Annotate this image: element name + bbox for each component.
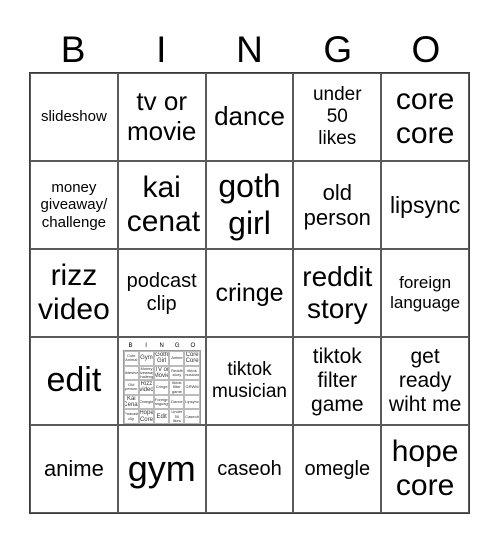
- header-letter-b: B: [60, 29, 86, 70]
- mini-cell: Goth Girl: [154, 351, 170, 366]
- mini-cell: Slideshow: [123, 365, 139, 381]
- cell-text: lipsync: [389, 191, 461, 218]
- mini-letter: N: [159, 343, 164, 349]
- bingo-cell[interactable]: tiktok musician: [205, 337, 294, 425]
- mini-cell: Gym: [138, 351, 155, 366]
- bingo-cell[interactable]: rizz video: [30, 249, 118, 337]
- bingo-cell[interactable]: get ready wiht me: [381, 337, 469, 425]
- mini-cell: Cringe: [154, 380, 170, 395]
- mini-cell: Lipsync: [184, 394, 200, 410]
- bingo-cell[interactable]: kai cenat: [117, 161, 206, 249]
- bingo-cell[interactable]: core core: [381, 73, 469, 161]
- bingo-cell[interactable]: omegle: [293, 425, 382, 513]
- cell-text: caseoh: [217, 457, 282, 480]
- cell-text: slideshow: [40, 108, 107, 126]
- cell-text: goth girl: [218, 168, 281, 241]
- mini-cell: Money giveaway/ Challenge: [138, 365, 155, 381]
- mini-cell: Kai Cenat: [123, 394, 139, 410]
- bingo-cell[interactable]: lipsync: [381, 161, 469, 249]
- mini-cell: GRWM: [184, 380, 200, 395]
- mini-cell: tiktok musician: [184, 365, 200, 381]
- cell-text: cringe: [215, 278, 284, 307]
- bingo-cell[interactable]: podcast clip: [117, 249, 206, 337]
- cell-text: under 50 likes: [312, 84, 362, 149]
- header-letter-o: O: [411, 29, 441, 70]
- mini-letter: B: [128, 343, 133, 349]
- bingo-cell[interactable]: reddit story: [293, 249, 382, 337]
- mini-cell: Hope Core: [138, 409, 155, 424]
- mini-cell: Podcast clip: [123, 409, 139, 424]
- cell-text: reddit story: [302, 260, 373, 324]
- cell-text: tiktok musician: [212, 359, 287, 402]
- mini-cell: Dance: [169, 394, 185, 410]
- bingo-cell[interactable]: tiktok filter game: [293, 337, 382, 425]
- cell-text: podcast clip: [126, 270, 197, 315]
- bingo-cell[interactable]: old person: [293, 161, 382, 249]
- cell-text: kai cenat: [126, 170, 201, 239]
- cell-text: anime: [43, 456, 104, 482]
- mini-cell: Reddit story: [169, 365, 185, 381]
- cell-text: get ready wiht me: [388, 344, 462, 417]
- header-letter-g: G: [323, 29, 353, 70]
- bingo-cell[interactable]: edit: [30, 337, 118, 425]
- bingo-header: B I N G O: [29, 30, 470, 70]
- bingo-cell[interactable]: gym: [117, 425, 206, 513]
- bingo-cell[interactable]: dance: [205, 73, 294, 161]
- mini-cell: Core Core: [184, 351, 200, 366]
- bingo-cell[interactable]: caseoh: [205, 425, 294, 513]
- cell-text: dance: [214, 101, 285, 132]
- mini-cell: Anime: [169, 351, 185, 366]
- cell-text: omegle: [304, 457, 371, 480]
- header-letter-i: I: [156, 29, 167, 70]
- mini-cell: Caseoh: [184, 409, 200, 424]
- mini-cell: Old person: [123, 380, 139, 395]
- cell-text: foreign language: [390, 273, 461, 312]
- bingo-grid: slideshow tv or movie dance under 50 lik…: [29, 72, 470, 514]
- bingo-cell[interactable]: slideshow: [30, 73, 118, 161]
- mini-letter: G: [174, 343, 180, 349]
- mini-cell: Under 50 likes: [169, 409, 185, 424]
- cell-text: old person: [303, 179, 371, 230]
- cell-text: tv or movie: [127, 86, 197, 146]
- mini-cell: Cute Animal: [123, 351, 139, 366]
- mini-cell: Omegle: [138, 394, 155, 410]
- bingo-cell[interactable]: cringe: [205, 249, 294, 337]
- mini-cell: TV or Movie: [154, 365, 170, 381]
- mini-cell: tiktok filter game: [169, 380, 185, 395]
- cell-text: core core: [395, 82, 455, 151]
- bingo-cell[interactable]: hope core: [381, 425, 469, 513]
- bingo-cell[interactable]: money giveaway/ challenge: [30, 161, 118, 249]
- bingo-cell[interactable]: anime: [30, 425, 118, 513]
- bingo-cell[interactable]: under 50 likes: [293, 73, 382, 161]
- header-letter-n: N: [236, 29, 263, 70]
- bingo-cell[interactable]: foreign language: [381, 249, 469, 337]
- cell-text: rizz video: [38, 258, 110, 327]
- cell-text: tiktok filter game: [311, 344, 364, 417]
- mini-cell: Edit: [154, 409, 170, 424]
- mini-cell: Rizz video: [138, 380, 155, 395]
- cell-text: edit: [46, 361, 102, 400]
- mini-bingo-card-image: B I N G O Cute Animal Gym Goth Girl Anim…: [122, 342, 201, 424]
- mini-letter: I: [145, 343, 147, 349]
- cell-text: hope core: [391, 434, 459, 503]
- cell-text: gym: [127, 448, 196, 490]
- mini-letter: O: [190, 343, 196, 349]
- cell-text: money giveaway/ challenge: [40, 179, 108, 231]
- bingo-cell[interactable]: B I N G O Cute Animal Gym Goth Girl Anim…: [117, 337, 206, 425]
- bingo-cell[interactable]: goth girl: [205, 161, 294, 249]
- bingo-cell[interactable]: tv or movie: [117, 73, 206, 161]
- mini-cell: Foreign language: [154, 394, 170, 410]
